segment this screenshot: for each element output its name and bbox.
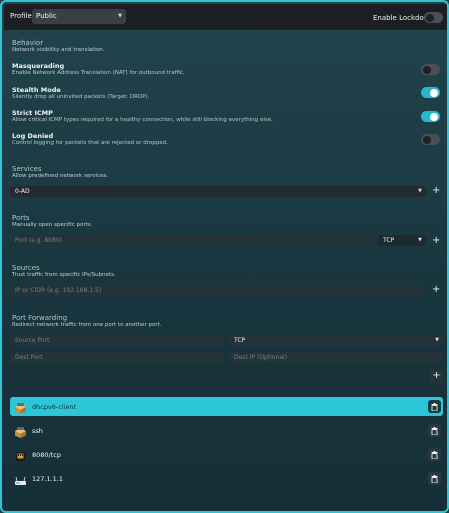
chevron-down-icon: ▼ [118, 13, 122, 19]
source-port-input[interactable]: Source Port [10, 335, 224, 346]
list-item[interactable]: dhcpv6-client [10, 397, 443, 416]
add-forward-button[interactable]: + [430, 370, 443, 383]
router-icon [14, 472, 27, 485]
trash-icon [431, 402, 438, 411]
service-box-icon [14, 424, 27, 438]
service-box-icon [14, 400, 27, 414]
toggle-knob [423, 65, 431, 74]
source-port-placeholder: Source Port [15, 337, 50, 344]
profile-select[interactable]: Public ▼ [32, 9, 126, 24]
log-denied-description: Control logging for packets that are rej… [12, 140, 168, 146]
stealth-mode-toggle[interactable] [421, 87, 440, 98]
port-plug-icon [14, 448, 27, 461]
lockdown-toggle[interactable] [424, 12, 443, 23]
chevron-down-icon: ▼ [435, 337, 439, 343]
list-item-label: ssh [32, 427, 43, 435]
toggle-knob [426, 13, 434, 22]
masquerading-title: Masquerading [12, 62, 65, 70]
chevron-down-icon: ▼ [418, 188, 422, 194]
delete-button[interactable] [428, 472, 441, 485]
behavior-title: Behavior [12, 39, 44, 47]
forwarding-title: Port Forwarding [12, 314, 68, 322]
ports-description: Manually open specific ports. [12, 222, 93, 228]
log-denied-toggle[interactable] [421, 134, 440, 145]
list-item[interactable]: 8080/tcp [10, 445, 443, 464]
profile-label: Profile [10, 12, 32, 20]
trash-icon [431, 426, 438, 435]
masquerading-description: Enable Network Address Translation (NAT)… [12, 70, 185, 76]
source-input-placeholder: IP or CIDR (e.g. 192.168.1.5) [15, 287, 102, 294]
services-title: Services [12, 165, 42, 173]
toggle-knob [430, 88, 438, 97]
delete-button[interactable] [428, 448, 441, 461]
toggle-knob [430, 112, 438, 121]
behavior-description: Network visibility and translation. [12, 47, 105, 53]
sources-description: Trust traffic from specific IPs/Subnets. [12, 272, 116, 278]
strict-icmp-description: Allow critical ICMP types required for a… [12, 117, 273, 123]
list-item-label: dhcpv6-client [32, 403, 77, 411]
service-select-value: 0-AD [15, 188, 30, 195]
trash-icon [431, 474, 438, 483]
strict-icmp-title: Strict ICMP [12, 109, 53, 117]
port-input[interactable]: Port (e.g. 8080) [10, 235, 374, 246]
dest-ip-placeholder: Dest IP (Optional) [234, 354, 288, 361]
forward-protocol-value: TCP [234, 337, 246, 344]
services-description: Allow predefined network services. [12, 173, 109, 179]
list-item-label: 8080/tcp [32, 451, 61, 459]
port-protocol-value: TCP [383, 237, 395, 244]
forwarding-description: Redirect network traffic from one port t… [12, 322, 162, 328]
list-item[interactable]: 127.1.1.1 [10, 469, 443, 488]
port-protocol-select[interactable]: TCP ▼ [378, 235, 426, 246]
list-item[interactable]: ssh [10, 421, 443, 440]
port-input-placeholder: Port (e.g. 8080) [15, 237, 62, 244]
stealth-mode-title: Stealth Mode [12, 86, 61, 94]
add-service-button[interactable]: + [432, 186, 440, 196]
delete-button[interactable] [428, 400, 441, 413]
sources-title: Sources [12, 264, 40, 272]
dest-port-input[interactable]: Dest Port [10, 352, 224, 363]
add-port-button[interactable]: + [432, 236, 440, 246]
log-denied-title: Log Denied [12, 132, 54, 140]
toggle-knob [423, 135, 431, 144]
forward-protocol-select[interactable]: TCP ▼ [229, 335, 443, 346]
firewall-window: Profile Public ▼ Enable Lockdown Behavio… [0, 0, 449, 513]
trash-icon [431, 450, 438, 459]
masquerading-toggle[interactable] [421, 64, 440, 75]
chevron-down-icon: ▼ [418, 237, 422, 243]
stealth-mode-description: Silently drop all uninvited packets (Tar… [12, 94, 150, 100]
list-item-label: 127.1.1.1 [32, 475, 64, 483]
add-source-button[interactable]: + [432, 285, 440, 295]
profile-select-value: Public [36, 12, 57, 20]
service-select[interactable]: 0-AD ▼ [10, 186, 426, 197]
delete-button[interactable] [428, 424, 441, 437]
dest-port-placeholder: Dest Port [15, 354, 43, 361]
dest-ip-input[interactable]: Dest IP (Optional) [229, 352, 443, 363]
ports-title: Ports [12, 214, 30, 222]
source-input[interactable]: IP or CIDR (e.g. 192.168.1.5) [10, 285, 426, 296]
strict-icmp-toggle[interactable] [421, 111, 440, 122]
